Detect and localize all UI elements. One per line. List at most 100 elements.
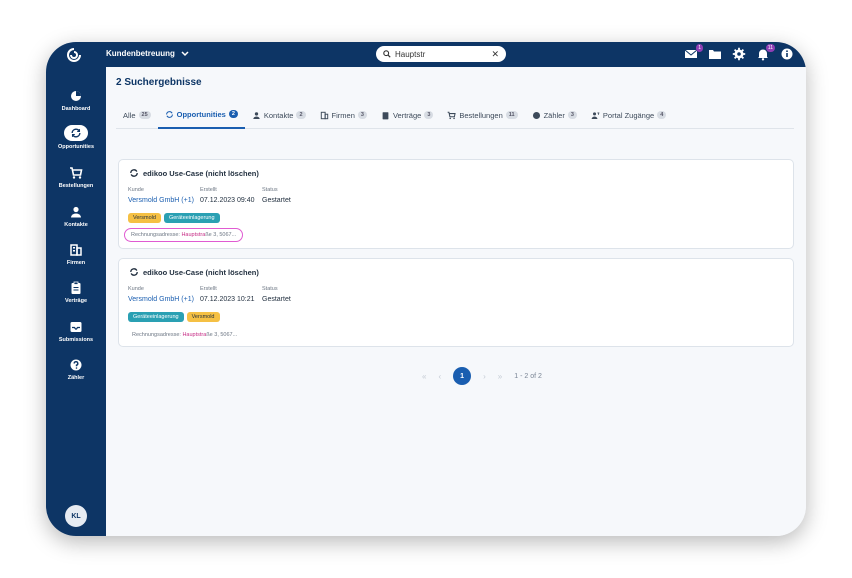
tab-count: 25 bbox=[138, 111, 151, 119]
tab-vertraege[interactable]: Verträge 3 bbox=[374, 105, 440, 129]
address-match-highlight: Hauptstra bbox=[181, 232, 206, 238]
result-card[interactable]: edikoo Use-Case (nicht löschen) Kunde Er… bbox=[118, 159, 794, 249]
search-icon bbox=[383, 50, 391, 58]
folder-button[interactable] bbox=[708, 47, 722, 61]
sidebar-item-dashboard[interactable]: Dashboard bbox=[46, 89, 106, 112]
avatar[interactable]: KL bbox=[65, 505, 87, 527]
tab-label: Verträge bbox=[392, 110, 422, 120]
app-window: Kundenbetreuung Hauptstr ✕ 1 11 Dashboar… bbox=[46, 42, 806, 536]
sidebar-item-kontakte[interactable]: Kontakte bbox=[46, 205, 106, 228]
page-button-current[interactable]: 1 bbox=[453, 367, 472, 385]
clear-search-icon[interactable]: ✕ bbox=[491, 49, 499, 60]
tab-kontakte[interactable]: Kontakte 2 bbox=[245, 105, 313, 129]
pagination-range: 1 - 2 of 2 bbox=[514, 372, 542, 380]
kunde-label: Kunde bbox=[128, 286, 144, 292]
tab-bestellungen[interactable]: Bestellungen 11 bbox=[440, 105, 524, 129]
inbox-icon bbox=[70, 322, 82, 332]
info-button[interactable] bbox=[780, 47, 794, 61]
tab-zaehler[interactable]: Zähler 3 bbox=[525, 105, 584, 129]
building-icon bbox=[320, 111, 328, 119]
clipboard-icon bbox=[382, 111, 389, 119]
tag: Versmold bbox=[186, 312, 220, 322]
sidebar-item-vertraege[interactable]: Verträge bbox=[46, 281, 106, 304]
search-query: Hauptstr bbox=[395, 49, 426, 59]
result-title-text: edikoo Use-Case (nicht löschen) bbox=[143, 168, 259, 178]
help-icon bbox=[70, 359, 82, 371]
kunde-link[interactable]: Versmold GmbH (+1) bbox=[128, 296, 200, 303]
sidebar-item-label: Dashboard bbox=[61, 106, 91, 112]
app-switcher[interactable]: Kundenbetreuung bbox=[106, 49, 189, 58]
first-page-icon[interactable]: « bbox=[422, 372, 426, 381]
info-icon bbox=[781, 48, 793, 60]
sidebar-item-label: Submissions bbox=[58, 337, 94, 343]
result-card[interactable]: edikoo Use-Case (nicht löschen) Kunde Er… bbox=[118, 258, 794, 347]
tab-count: 2 bbox=[296, 111, 306, 119]
result-title[interactable]: edikoo Use-Case (nicht löschen) bbox=[129, 168, 259, 178]
person-key-icon bbox=[591, 111, 600, 119]
page-title: 2 Suchergebnisse bbox=[116, 77, 202, 88]
refresh-icon bbox=[130, 169, 138, 177]
tab-firmen[interactable]: Firmen 3 bbox=[313, 105, 374, 129]
tab-label: Firmen bbox=[331, 110, 355, 120]
address-label: Rechnungsadresse: bbox=[131, 232, 180, 238]
folder-icon bbox=[709, 50, 721, 59]
refresh-icon bbox=[165, 110, 173, 118]
address-rest: ße 3, 5067... bbox=[206, 332, 238, 338]
top-bar: Kundenbetreuung Hauptstr ✕ 1 11 bbox=[46, 42, 806, 67]
kunde-link[interactable]: Versmold GmbH (+1) bbox=[128, 197, 200, 204]
pagination: « ‹ 1 › » 1 - 2 of 2 bbox=[422, 367, 542, 385]
erstellt-value: 07.12.2023 10:21 bbox=[200, 296, 255, 303]
tag: Versmold bbox=[128, 213, 161, 223]
tab-count: 3 bbox=[357, 111, 367, 119]
prev-page-icon[interactable]: ‹ bbox=[438, 372, 441, 381]
status-value: Gestartet bbox=[262, 197, 291, 204]
person-icon bbox=[71, 206, 81, 218]
address-rest: ße 3, 5067... bbox=[205, 232, 237, 238]
erstellt-label: Erstellt bbox=[200, 187, 217, 193]
tab-label: Alle bbox=[123, 110, 136, 120]
status-value: Gestartet bbox=[262, 296, 291, 303]
address-label: Rechnungsadresse: bbox=[132, 332, 181, 338]
last-page-icon[interactable]: » bbox=[498, 372, 502, 381]
tag: Geräteeinlagerung bbox=[163, 213, 220, 223]
app-title: Kundenbetreuung bbox=[106, 49, 175, 58]
sidebar-item-label: Opportunities bbox=[57, 144, 95, 150]
address-match-highlight: Hauptstra bbox=[182, 332, 207, 338]
tab-count: 4 bbox=[657, 111, 667, 119]
sidebar-item-submissions[interactable]: Submissions bbox=[46, 320, 106, 343]
next-page-icon[interactable]: › bbox=[483, 372, 486, 381]
mail-button[interactable]: 1 bbox=[684, 44, 703, 61]
app-logo-icon[interactable] bbox=[66, 47, 82, 63]
kunde-label: Kunde bbox=[128, 187, 144, 193]
sidebar-item-firmen[interactable]: Firmen bbox=[46, 243, 106, 266]
tab-label: Opportunities bbox=[176, 109, 226, 119]
tab-label: Zähler bbox=[543, 110, 565, 120]
sidebar-item-opportunities[interactable]: Opportunities bbox=[46, 125, 106, 150]
tab-count: 3 bbox=[424, 111, 434, 119]
building-icon bbox=[70, 244, 82, 256]
result-tabs: Alle 25 Opportunities 2 Kontakte 2 Firme… bbox=[116, 105, 794, 129]
tag: Geräteeinlagerung bbox=[128, 312, 184, 322]
tab-portal-zugaenge[interactable]: Portal Zugänge 4 bbox=[584, 105, 673, 129]
search-input[interactable]: Hauptstr ✕ bbox=[376, 46, 506, 62]
result-title[interactable]: edikoo Use-Case (nicht löschen) bbox=[129, 267, 259, 277]
tab-count: 3 bbox=[567, 111, 577, 119]
main-content: 2 Suchergebnisse Alle 25 Opportunities 2… bbox=[106, 67, 806, 536]
billing-address: Rechnungsadresse: Hauptstraße 3, 5067... bbox=[124, 228, 244, 242]
tab-label: Portal Zugänge bbox=[602, 110, 655, 120]
sidebar-item-label: Verträge bbox=[64, 298, 87, 304]
chevron-down-icon bbox=[181, 50, 189, 56]
pie-chart-icon bbox=[71, 91, 81, 101]
sidebar-item-zaehler[interactable]: Zähler bbox=[46, 358, 106, 381]
notifications-badge: 11 bbox=[765, 44, 775, 52]
gear-icon bbox=[732, 47, 746, 61]
notifications-button[interactable]: 11 bbox=[756, 44, 775, 61]
billing-address: Rechnungsadresse: Hauptstraße 3, 5067... bbox=[128, 330, 241, 340]
settings-button[interactable] bbox=[732, 47, 746, 61]
tab-alle[interactable]: Alle 25 bbox=[116, 105, 158, 129]
tab-label: Kontakte bbox=[263, 110, 294, 120]
sidebar-item-bestellungen[interactable]: Bestellungen bbox=[46, 166, 106, 189]
mail-badge: 1 bbox=[696, 44, 703, 52]
tab-opportunities[interactable]: Opportunities 2 bbox=[157, 105, 245, 129]
sidebar: Dashboard Opportunities Bestellungen Kon… bbox=[46, 67, 106, 536]
